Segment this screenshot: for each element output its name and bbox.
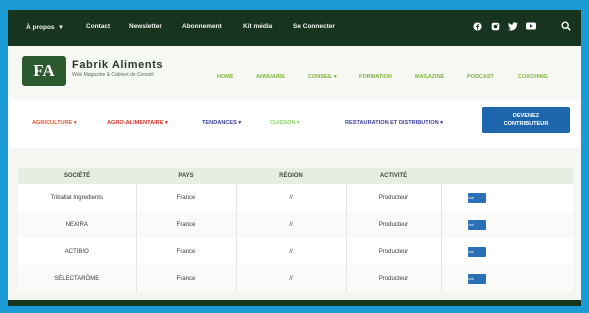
table-row: ACTIBIO France // Producteur Link: [18, 238, 573, 265]
cell-region: //: [236, 265, 347, 292]
category-restauration-distribution[interactable]: RESTAURATION ET DISTRIBUTION ▾: [345, 120, 443, 126]
table-row: NEXIRA France // Producteur Link: [18, 211, 573, 238]
nav-conseil[interactable]: CONSEIL ▾: [308, 74, 337, 80]
cell-activite: Producteur: [346, 211, 442, 238]
cell-societe: ACTIBIO: [18, 238, 137, 265]
cell-link: Link: [441, 238, 573, 265]
header-link: [441, 168, 573, 184]
cell-link: Link: [441, 211, 573, 238]
cell-activite: Producteur: [346, 238, 442, 265]
search-icon[interactable]: [560, 20, 572, 32]
facebook-icon[interactable]: [471, 20, 483, 32]
header-activite[interactable]: ACTIVITÉ: [346, 168, 441, 184]
cell-pays: France: [136, 184, 237, 211]
nav-annuaire[interactable]: ANNUAIRE: [256, 74, 285, 80]
chevron-down-icon: ▾: [59, 24, 63, 31]
site-header: FA Fabrik Aliments Web Magazine & Cabine…: [8, 46, 581, 100]
table-row: Triballat Ingredients France // Producte…: [18, 184, 573, 211]
top-link-se-connecter[interactable]: Se Connecter: [293, 23, 335, 30]
brand-name[interactable]: Fabrik Aliments: [72, 59, 163, 71]
cell-pays: France: [136, 265, 237, 292]
table-header-row: SOCIÉTÉ PAYS RÉGION ACTIVITÉ: [18, 168, 573, 184]
become-contributor-button[interactable]: DEVENEZ CONTRIBUTEUR: [482, 107, 570, 133]
cell-activite: Producteur: [346, 265, 442, 292]
directory-section: SOCIÉTÉ PAYS RÉGION ACTIVITÉ Triballat I…: [8, 148, 581, 300]
top-link-a-propos[interactable]: À propos ▾: [26, 23, 63, 31]
top-link-abonnement[interactable]: Abonnement: [182, 23, 222, 30]
table-row: SÉLECTARÔME France // Producteur Link: [18, 265, 573, 292]
cell-societe: Triballat Ingredients: [18, 184, 137, 211]
cta-line-2: CONTRIBUTEUR: [503, 121, 549, 127]
cell-region: //: [236, 211, 347, 238]
twitter-icon[interactable]: [507, 20, 519, 32]
nav-formation[interactable]: FORMATION: [359, 74, 392, 80]
nav-podcast[interactable]: PODCAST: [467, 74, 494, 80]
link-button[interactable]: Link: [467, 192, 486, 203]
category-agro-alimentaire[interactable]: AGRO-ALIMENTAIRE ▾: [107, 120, 168, 126]
cell-link: Link: [441, 265, 573, 292]
link-button[interactable]: Link: [467, 219, 486, 230]
header-region[interactable]: RÉGION: [236, 168, 346, 184]
footer-bar: [8, 300, 581, 306]
category-bar: AGRICULTURE ▾ AGRO-ALIMENTAIRE ▾ TENDANC…: [8, 100, 581, 148]
link-button[interactable]: Link: [467, 246, 486, 257]
top-link-kit-media[interactable]: Kit média: [243, 23, 272, 30]
cell-link: Link: [441, 184, 573, 211]
category-tendances[interactable]: TENDANCES ▾: [202, 120, 241, 126]
category-cuisson[interactable]: CUISSON ▾: [270, 120, 300, 126]
cell-societe: SÉLECTARÔME: [18, 265, 137, 292]
directory-table: SOCIÉTÉ PAYS RÉGION ACTIVITÉ Triballat I…: [18, 168, 573, 292]
page-frame: À propos ▾ Contact Newsletter Abonnement…: [8, 10, 581, 306]
cell-activite: Producteur: [346, 184, 442, 211]
cell-pays: France: [136, 238, 237, 265]
top-bar: À propos ▾ Contact Newsletter Abonnement…: [8, 10, 581, 46]
cta-line-1: DEVENEZ: [512, 113, 540, 119]
youtube-icon[interactable]: [525, 20, 537, 32]
cell-region: //: [236, 238, 347, 265]
nav-home[interactable]: HOME: [217, 74, 234, 80]
instagram-icon[interactable]: [489, 20, 501, 32]
site-logo[interactable]: FA: [22, 56, 66, 86]
header-societe[interactable]: SOCIÉTÉ: [18, 168, 136, 184]
top-link-contact[interactable]: Contact: [86, 23, 110, 30]
cell-pays: France: [136, 211, 237, 238]
nav-magazine[interactable]: MAGAZINE: [415, 74, 444, 80]
header-pays[interactable]: PAYS: [136, 168, 236, 184]
cell-region: //: [236, 184, 347, 211]
link-button[interactable]: Link: [467, 273, 486, 284]
top-link-newsletter[interactable]: Newsletter: [129, 23, 162, 30]
nav-coaching[interactable]: COACHING: [518, 74, 548, 80]
cell-societe: NEXIRA: [18, 211, 137, 238]
brand-tagline: Web Magazine & Cabinet de Conseil: [72, 72, 154, 78]
category-agriculture[interactable]: AGRICULTURE ▾: [32, 120, 77, 126]
